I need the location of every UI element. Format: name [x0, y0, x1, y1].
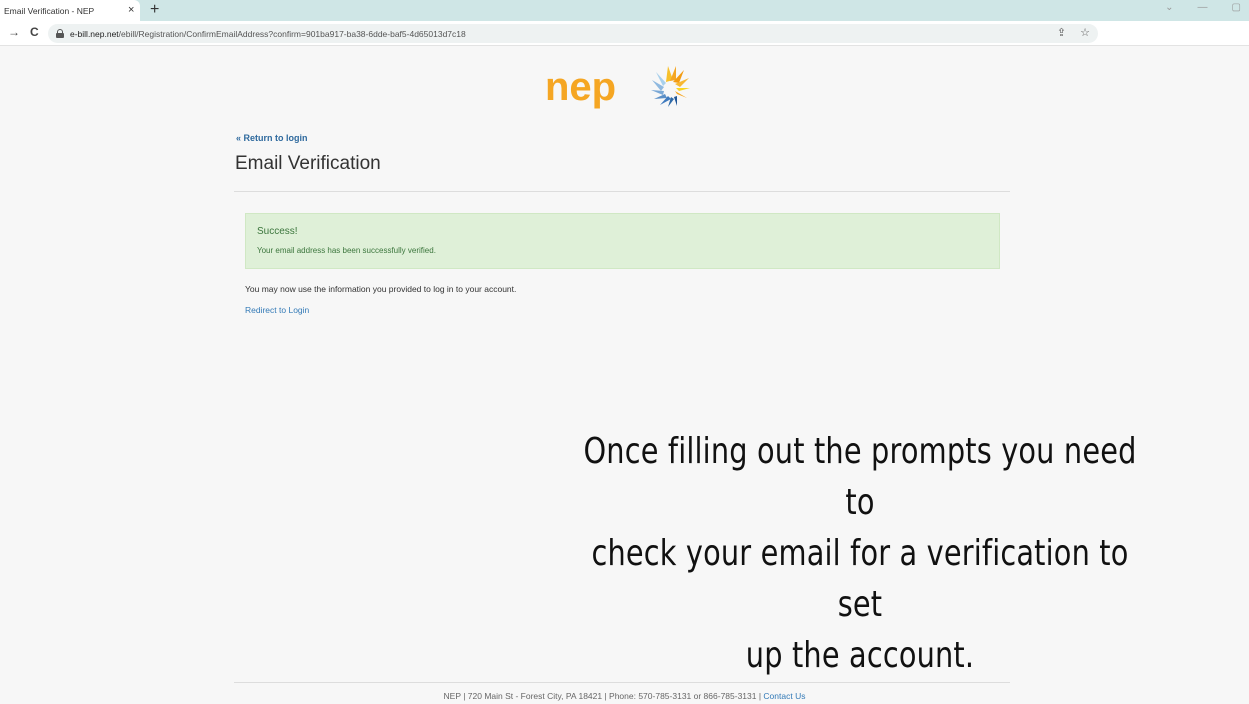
- logo-sun-icon: [651, 66, 690, 107]
- page-content: nep « Return to login Email Verification…: [0, 46, 1249, 704]
- footer: NEP | 720 Main St - Forest City, PA 1842…: [0, 691, 1249, 701]
- footer-text: NEP | 720 Main St - Forest City, PA 1842…: [443, 691, 764, 701]
- page-title: Email Verification: [235, 153, 381, 174]
- footer-divider: [234, 682, 1010, 683]
- url-host: e-bill.nep.net: [70, 28, 119, 39]
- alert-message: Your email address has been successfully…: [257, 246, 436, 255]
- browser-tab[interactable]: Email Verification - NEP ×: [0, 0, 140, 21]
- instruction-caption: Once filling out the prompts you need to…: [568, 426, 1152, 681]
- redirect-to-login-link[interactable]: Redirect to Login: [245, 305, 309, 315]
- info-text: You may now use the information you prov…: [245, 284, 517, 294]
- url-input[interactable]: e-bill.nep.net/ebill/Registration/Confir…: [48, 24, 1098, 43]
- nep-logo: nep: [545, 65, 690, 109]
- lock-icon[interactable]: [56, 29, 64, 38]
- window-controls: ⌄ — ▢: [1165, 2, 1241, 13]
- tab-title: Email Verification - NEP: [4, 5, 95, 16]
- alert-title: Success!: [257, 226, 298, 237]
- url-text: e-bill.nep.net/ebill/Registration/Confir…: [70, 29, 466, 39]
- success-alert: Success! Your email address has been suc…: [245, 213, 1000, 269]
- address-bar: → C e-bill.nep.net/ebill/Registration/Co…: [0, 21, 1249, 46]
- new-tab-icon[interactable]: +: [150, 1, 159, 19]
- caption-line: Once filling out the prompts you need to: [583, 431, 1137, 523]
- browser-tab-bar: Email Verification - NEP × + ⌄ — ▢: [0, 0, 1249, 21]
- forward-icon[interactable]: →: [8, 25, 20, 39]
- tab-close-icon[interactable]: ×: [128, 3, 134, 17]
- caption-line: up the account.: [745, 635, 975, 676]
- minimize-icon[interactable]: —: [1198, 2, 1208, 13]
- contact-us-link[interactable]: Contact Us: [763, 691, 805, 701]
- logo-text: nep: [545, 65, 616, 109]
- reload-icon[interactable]: C: [30, 25, 39, 39]
- return-to-login-link[interactable]: « Return to login: [236, 133, 308, 143]
- tab-search-chevron-icon[interactable]: ⌄: [1165, 2, 1173, 13]
- share-icon[interactable]: ⇪: [1057, 26, 1066, 39]
- restore-icon[interactable]: ▢: [1232, 2, 1241, 13]
- url-path: /ebill/Registration/ConfirmEmailAddress?…: [118, 28, 466, 39]
- caption-line: check your email for a verification to s…: [591, 533, 1129, 625]
- divider: [234, 191, 1010, 192]
- bookmark-star-icon[interactable]: ☆: [1080, 26, 1090, 39]
